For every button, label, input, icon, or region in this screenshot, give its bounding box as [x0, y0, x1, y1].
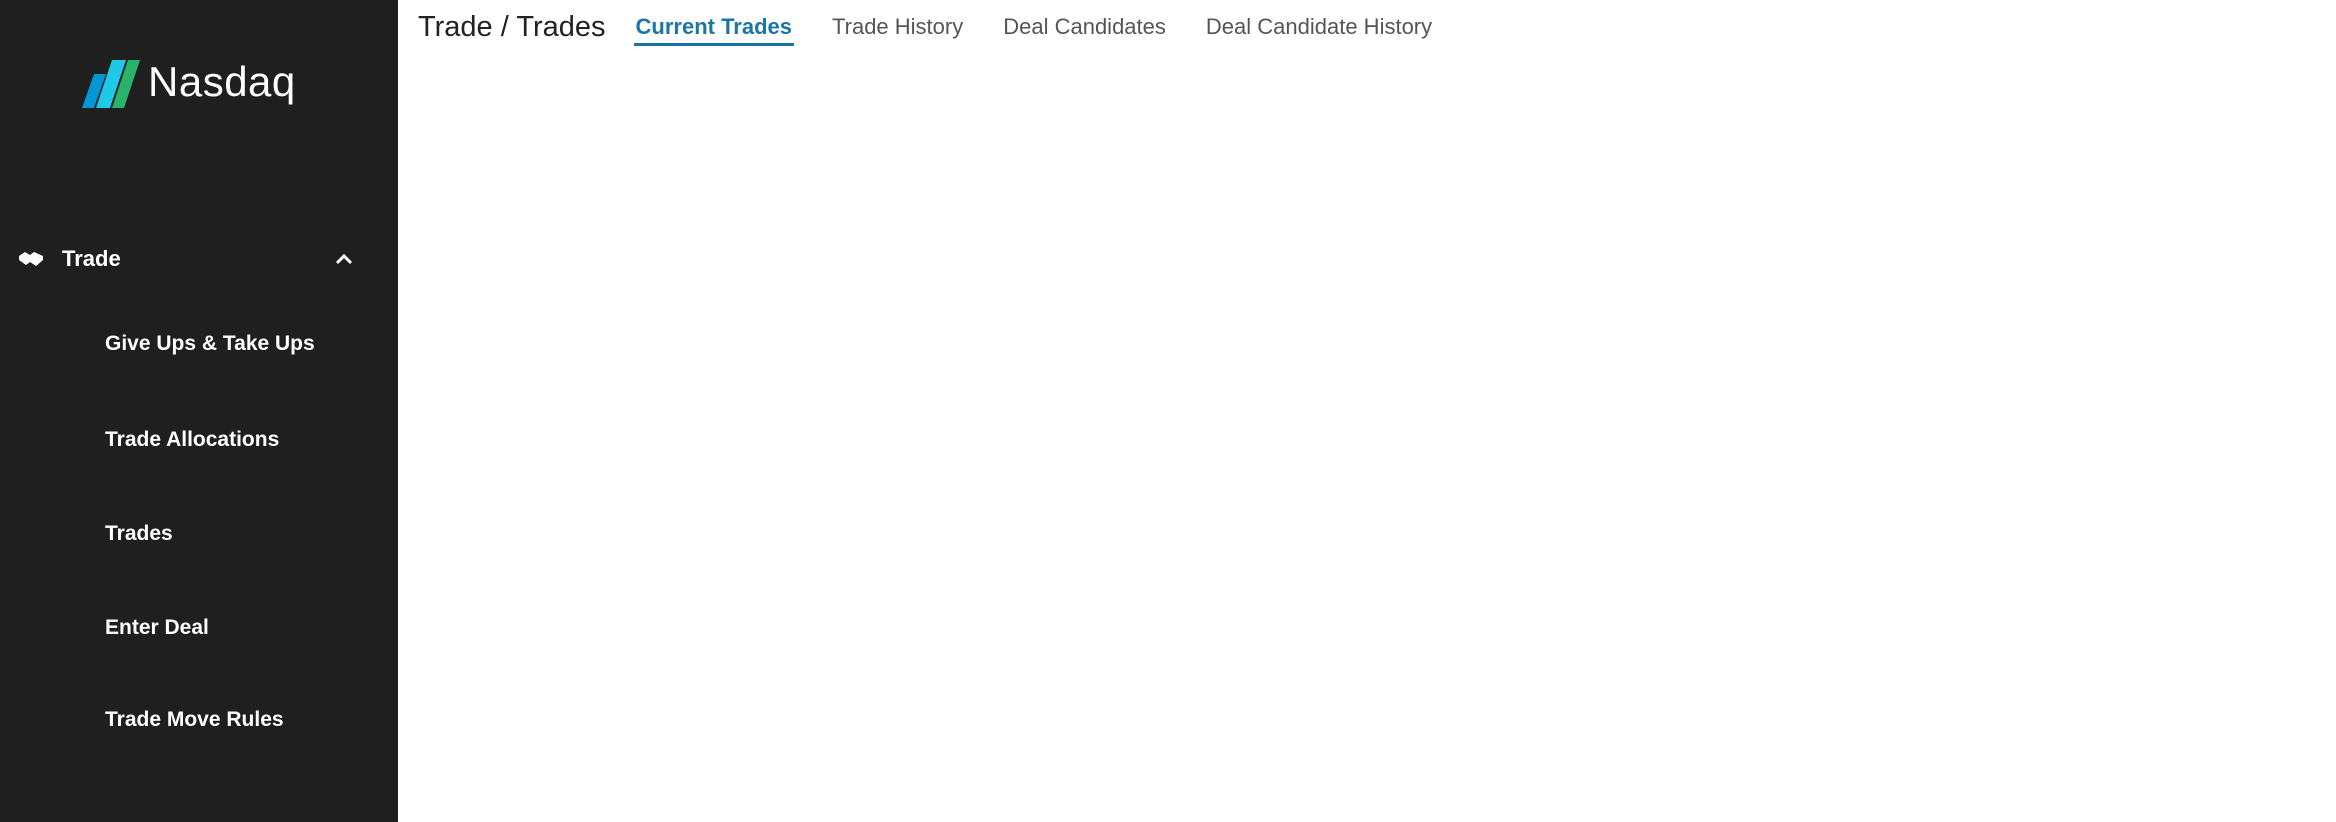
app: Nasdaq Trade Give Ups & Take Ups Trade A…: [0, 0, 2336, 822]
sidebar-item-trades[interactable]: Trades: [105, 514, 173, 554]
sidebar-item-give-ups[interactable]: Give Ups & Take Ups: [105, 324, 315, 364]
sidebar-section-label: Trade: [62, 246, 121, 271]
handshake-icon: [18, 246, 44, 272]
chevron-up-icon[interactable]: [332, 247, 356, 271]
main-content: Trade / Trades Current Trades Trade Hist…: [398, 0, 2336, 822]
sidebar-section-trade[interactable]: Trade: [0, 234, 398, 284]
tab-bar: Trade / Trades Current Trades Trade Hist…: [418, 0, 1472, 54]
tab-trade-history[interactable]: Trade History: [832, 0, 963, 54]
breadcrumb: Trade / Trades: [418, 10, 606, 43]
sidebar: Nasdaq Trade Give Ups & Take Ups Trade A…: [0, 0, 398, 822]
sidebar-item-enter-deal[interactable]: Enter Deal: [105, 608, 209, 648]
tab-current-trades[interactable]: Current Trades: [633, 0, 794, 54]
nasdaq-logo-icon: [82, 60, 140, 108]
sidebar-item-trade-allocations[interactable]: Trade Allocations: [105, 420, 279, 460]
brand-name: Nasdaq: [148, 58, 296, 105]
sidebar-item-trade-move-rules[interactable]: Trade Move Rules: [105, 700, 284, 740]
tab-deal-candidates[interactable]: Deal Candidates: [1003, 0, 1166, 54]
tab-deal-candidate-history[interactable]: Deal Candidate History: [1206, 0, 1432, 54]
nasdaq-logo[interactable]: Nasdaq: [78, 52, 296, 112]
